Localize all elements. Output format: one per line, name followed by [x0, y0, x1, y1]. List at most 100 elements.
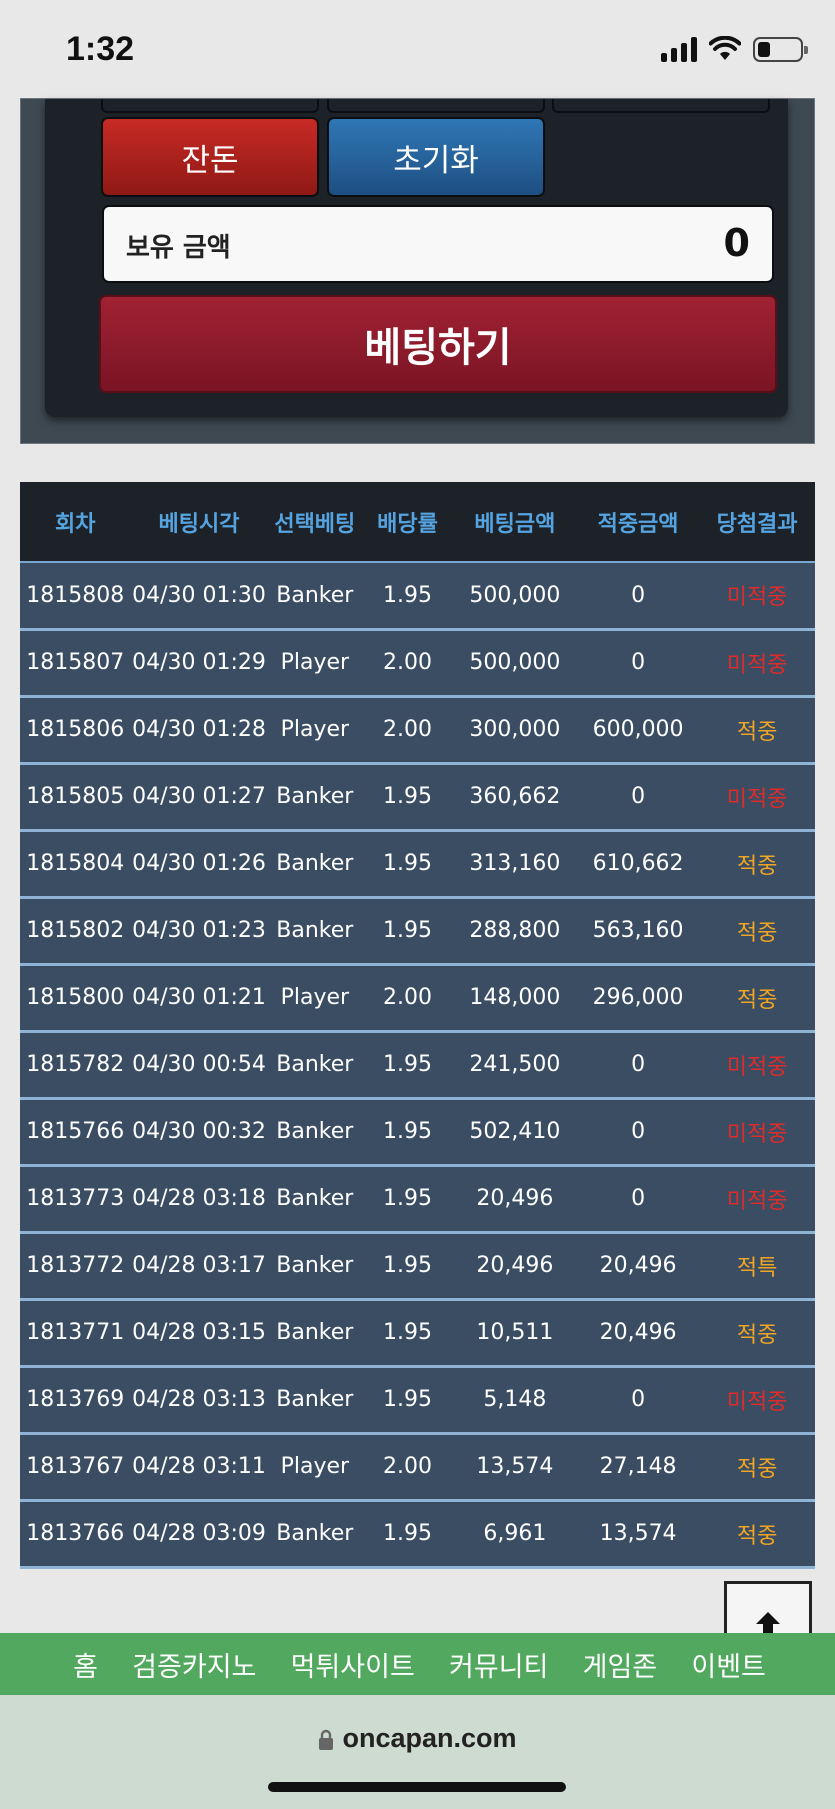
cell-win-amount: 563,160 [577, 897, 700, 966]
cell-round: 1815800 [20, 964, 131, 1033]
cell-round: 1815804 [20, 830, 131, 899]
cell-win-amount: 610,662 [577, 830, 700, 899]
status-time: 1:32 [66, 30, 135, 68]
cell-result: 적중 [699, 696, 815, 765]
cell-result: 적중 [699, 1500, 815, 1569]
cell-win-amount: 27,148 [577, 1433, 700, 1502]
col-header-result: 당첨결과 [699, 482, 815, 563]
cell-selection: Banker [267, 1031, 363, 1100]
table-row: 1815806 04/30 01:28 Player 2.00 300,000 600,0… [20, 696, 815, 765]
cell-odds: 1.95 [362, 1299, 453, 1368]
cell-result: 미적중 [699, 763, 815, 832]
cell-round: 1815807 [20, 629, 131, 698]
cell-bet-amount: 313,160 [452, 830, 577, 899]
cell-result: 적중 [699, 964, 815, 1033]
cell-selection: Banker [267, 562, 363, 631]
cell-bet-amount: 502,410 [452, 1098, 577, 1167]
cell-bet-time: 04/30 01:27 [130, 763, 268, 832]
chip-button-partial[interactable] [327, 99, 545, 113]
cell-selection: Banker [267, 897, 363, 966]
status-bar: 1:32 [0, 0, 835, 98]
cell-bet-amount: 13,574 [452, 1433, 577, 1502]
betting-panel: 잔돈 초기화 보유 금액 0 베팅하기 [20, 98, 815, 444]
cell-bet-time: 04/30 00:54 [130, 1031, 268, 1100]
cell-odds: 1.95 [362, 1366, 453, 1435]
cell-result: 적중 [699, 1433, 815, 1502]
change-button[interactable]: 잔돈 [101, 117, 319, 197]
nav-verified-casino[interactable]: 검증카지노 [132, 1645, 256, 1684]
cell-bet-amount: 10,511 [452, 1299, 577, 1368]
table-row: 1815766 04/30 00:32 Banker 1.95 502,410 0 미적중 [20, 1098, 815, 1167]
cell-odds: 1.95 [362, 830, 453, 899]
cell-result: 미적중 [699, 1366, 815, 1435]
chip-button-partial[interactable] [101, 99, 319, 113]
cell-odds: 1.95 [362, 1098, 453, 1167]
cell-result: 적특 [699, 1232, 815, 1301]
balance-field: 보유 금액 0 [102, 205, 774, 283]
cell-bet-amount: 500,000 [452, 629, 577, 698]
cell-bet-amount: 241,500 [452, 1031, 577, 1100]
betting-panel-inner: 잔돈 초기화 보유 금액 0 베팅하기 [45, 99, 788, 417]
cell-win-amount: 0 [577, 1098, 700, 1167]
cell-odds: 1.95 [362, 562, 453, 631]
nav-game-zone[interactable]: 게임존 [583, 1645, 658, 1684]
table-row: 1815808 04/30 01:30 Banker 1.95 500,000 0 미적중 [20, 562, 815, 631]
table-row: 1815805 04/30 01:27 Banker 1.95 360,662 0 미적중 [20, 763, 815, 832]
table-row: 1815782 04/30 00:54 Banker 1.95 241,500 0 미적중 [20, 1031, 815, 1100]
cell-bet-time: 04/30 01:26 [130, 830, 268, 899]
home-indicator [268, 1782, 566, 1792]
cell-result: 미적중 [699, 1031, 815, 1100]
cell-round: 1813772 [20, 1232, 131, 1301]
cell-result: 적중 [699, 1299, 815, 1368]
cell-bet-time: 04/30 01:21 [130, 964, 268, 1033]
table-row: 1815807 04/30 01:29 Player 2.00 500,000 0 미적중 [20, 629, 815, 698]
cell-odds: 1.95 [362, 1500, 453, 1569]
col-header-selection: 선택베팅 [267, 482, 363, 563]
col-header-bet-time: 베팅시각 [130, 482, 268, 563]
cell-bet-amount: 360,662 [452, 763, 577, 832]
cell-odds: 1.95 [362, 897, 453, 966]
cell-bet-time: 04/30 01:30 [130, 562, 268, 631]
place-bet-button[interactable]: 베팅하기 [99, 295, 777, 393]
url-text: oncapan.com [342, 1723, 517, 1753]
nav-events[interactable]: 이벤트 [691, 1645, 766, 1684]
cell-result: 적중 [699, 897, 815, 966]
nav-home[interactable]: 홈 [73, 1645, 98, 1684]
col-header-win-amount: 적중금액 [577, 482, 700, 563]
cell-bet-amount: 300,000 [452, 696, 577, 765]
cell-selection: Banker [267, 763, 363, 832]
cell-selection: Player [267, 1433, 363, 1502]
cell-round: 1815782 [20, 1031, 131, 1100]
cell-round: 1813767 [20, 1433, 131, 1502]
cell-win-amount: 0 [577, 1165, 700, 1234]
cell-selection: Banker [267, 1299, 363, 1368]
cell-round: 1813773 [20, 1165, 131, 1234]
cell-bet-amount: 148,000 [452, 964, 577, 1033]
cell-result: 적중 [699, 830, 815, 899]
cell-selection: Banker [267, 1098, 363, 1167]
bet-history-table: 회차 베팅시각 선택베팅 배당률 베팅금액 적중금액 당첨결과 1815808 0… [20, 482, 815, 1569]
chip-button-partial[interactable] [552, 99, 770, 113]
cell-round: 1815808 [20, 562, 131, 631]
cell-bet-time: 04/30 00:32 [130, 1098, 268, 1167]
table-header-row: 회차 베팅시각 선택베팅 배당률 베팅금액 적중금액 당첨결과 [20, 482, 815, 563]
reset-button[interactable]: 초기화 [327, 117, 545, 197]
battery-icon [753, 36, 808, 62]
cell-win-amount: 0 [577, 562, 700, 631]
cell-win-amount: 20,496 [577, 1299, 700, 1368]
table-row: 1813767 04/28 03:11 Player 2.00 13,574 27,148… [20, 1433, 815, 1502]
cell-bet-time: 04/30 01:23 [130, 897, 268, 966]
table-row: 1813766 04/28 03:09 Banker 1.95 6,961 13,574 적… [20, 1500, 815, 1569]
cell-win-amount: 0 [577, 1366, 700, 1435]
cell-bet-time: 04/28 03:17 [130, 1232, 268, 1301]
nav-scam-sites[interactable]: 먹튀사이트 [291, 1645, 415, 1684]
cell-win-amount: 0 [577, 763, 700, 832]
cell-round: 1813771 [20, 1299, 131, 1368]
nav-community[interactable]: 커뮤니티 [449, 1645, 548, 1684]
cell-result: 미적중 [699, 562, 815, 631]
cell-selection: Banker [267, 1366, 363, 1435]
table-row: 1813772 04/28 03:17 Banker 1.95 20,496 20,496… [20, 1232, 815, 1301]
cell-bet-time: 04/30 01:28 [130, 696, 268, 765]
table-row: 1813771 04/28 03:15 Banker 1.95 10,511 20,496… [20, 1299, 815, 1368]
cell-odds: 1.95 [362, 1232, 453, 1301]
